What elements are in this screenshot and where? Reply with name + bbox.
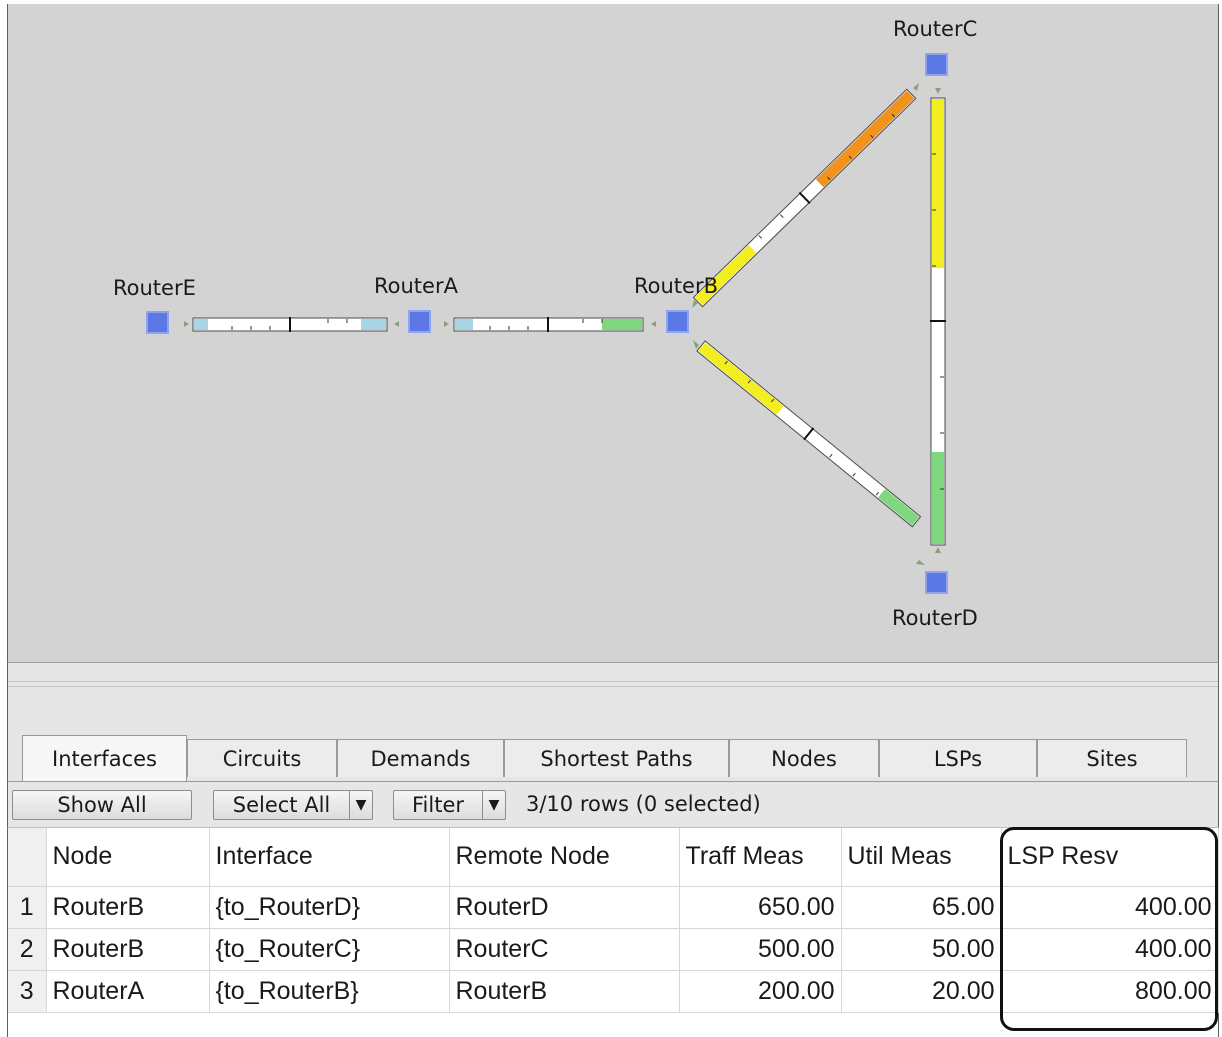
cell-util-meas[interactable]: 50.00 [841,928,1002,971]
link-routerB-routerD[interactable] [693,340,925,565]
arrow-icon [184,321,189,327]
cell-traff-meas[interactable]: 500.00 [679,928,842,971]
node-routerB[interactable] [666,310,689,333]
table-header-row: Node Interface Remote Node Traff Meas Ut… [8,828,1219,887]
node-label-routerA: RouterA [374,274,458,298]
cell-interface[interactable]: {to_RouterC} [209,928,450,971]
table-row[interactable]: 2 RouterB {to_RouterC} RouterC 500.00 50… [8,928,1219,971]
node-routerD[interactable] [925,571,948,594]
tab-shortest-paths[interactable]: Shortest Paths [504,739,729,777]
table-row[interactable]: 1 RouterB {to_RouterD} RouterD 650.00 65… [8,886,1219,929]
cell-node[interactable]: RouterB [46,886,210,929]
chevron-down-icon[interactable]: ▼ [482,791,505,819]
row-number: 1 [8,886,47,929]
node-label-routerC: RouterC [893,17,978,41]
show-all-button[interactable]: Show All [12,790,192,820]
select-all-button[interactable]: Select All ▼ [213,790,373,820]
cell-traff-meas[interactable]: 200.00 [679,970,842,1013]
node-label-routerD: RouterD [892,606,978,630]
column-header-util-meas[interactable]: Util Meas [841,828,1002,887]
filter-label: Filter [411,793,464,817]
cell-traff-meas[interactable]: 650.00 [679,886,842,929]
cell-remote-node[interactable]: RouterD [449,886,680,929]
node-routerE[interactable] [146,311,169,334]
topology-canvas[interactable]: RouterE RouterA RouterB RouterC RouterD [7,4,1219,663]
node-routerC[interactable] [925,53,948,76]
link-routerE-routerA[interactable] [184,317,399,332]
row-count-status: 3/10 rows (0 selected) [526,792,761,816]
link-routerB-routerC[interactable] [692,83,919,308]
column-header-lsp-resv[interactable]: LSP Resv [1001,828,1219,887]
tab-nodes[interactable]: Nodes [729,739,879,777]
splitter-grip[interactable] [8,681,1218,687]
row-number: 2 [8,928,47,971]
topology-diagram[interactable] [8,4,1218,662]
column-header-rownum [8,828,47,887]
link-routerC-routerD[interactable] [930,88,946,553]
tab-lsps[interactable]: LSPs [879,739,1037,777]
select-all-label: Select All [232,793,331,817]
node-label-routerB: RouterB [634,274,718,298]
row-number: 3 [8,970,47,1013]
column-header-remote-node[interactable]: Remote Node [449,828,680,887]
table-toolbar: Show All Select All ▼ Filter ▼ 3/10 rows… [7,781,1219,828]
arrow-icon [444,321,449,327]
node-label-routerE: RouterE [113,276,196,300]
arrow-icon [916,560,925,565]
chevron-down-icon[interactable]: ▼ [349,791,372,819]
table-row[interactable]: 3 RouterA {to_RouterB} RouterB 200.00 20… [8,970,1219,1013]
arrow-icon [913,83,919,91]
arrow-icon [394,321,399,327]
interfaces-table[interactable]: Node Interface Remote Node Traff Meas Ut… [7,827,1219,1037]
cell-lsp-resv[interactable]: 400.00 [1001,886,1219,929]
node-routerA[interactable] [408,310,431,333]
table-tabs: Interfaces Circuits Demands Shortest Pat… [7,735,1219,781]
tab-interfaces[interactable]: Interfaces [22,735,187,781]
cell-node[interactable]: RouterB [46,928,210,971]
cell-util-meas[interactable]: 20.00 [841,970,1002,1013]
pane-splitter[interactable] [7,663,1219,735]
cell-util-meas[interactable]: 65.00 [841,886,1002,929]
cell-remote-node[interactable]: RouterB [449,970,680,1013]
filter-button[interactable]: Filter ▼ [393,790,506,820]
tab-sites[interactable]: Sites [1037,739,1187,777]
show-all-label: Show All [57,793,147,817]
cell-interface[interactable]: {to_RouterD} [209,886,450,929]
cell-remote-node[interactable]: RouterC [449,928,680,971]
arrow-icon [693,340,699,349]
link-routerA-routerB[interactable] [444,317,656,332]
cell-interface[interactable]: {to_RouterB} [209,970,450,1013]
arrow-icon [651,321,656,327]
cell-lsp-resv[interactable]: 800.00 [1001,970,1219,1013]
cell-node[interactable]: RouterA [46,970,210,1013]
tab-circuits[interactable]: Circuits [187,739,337,777]
cell-lsp-resv[interactable]: 400.00 [1001,928,1219,971]
arrow-icon [935,547,941,553]
arrow-icon [935,88,941,94]
column-header-traff-meas[interactable]: Traff Meas [679,828,842,887]
tab-demands[interactable]: Demands [337,739,504,777]
column-header-interface[interactable]: Interface [209,828,450,887]
column-header-node[interactable]: Node [46,828,210,887]
